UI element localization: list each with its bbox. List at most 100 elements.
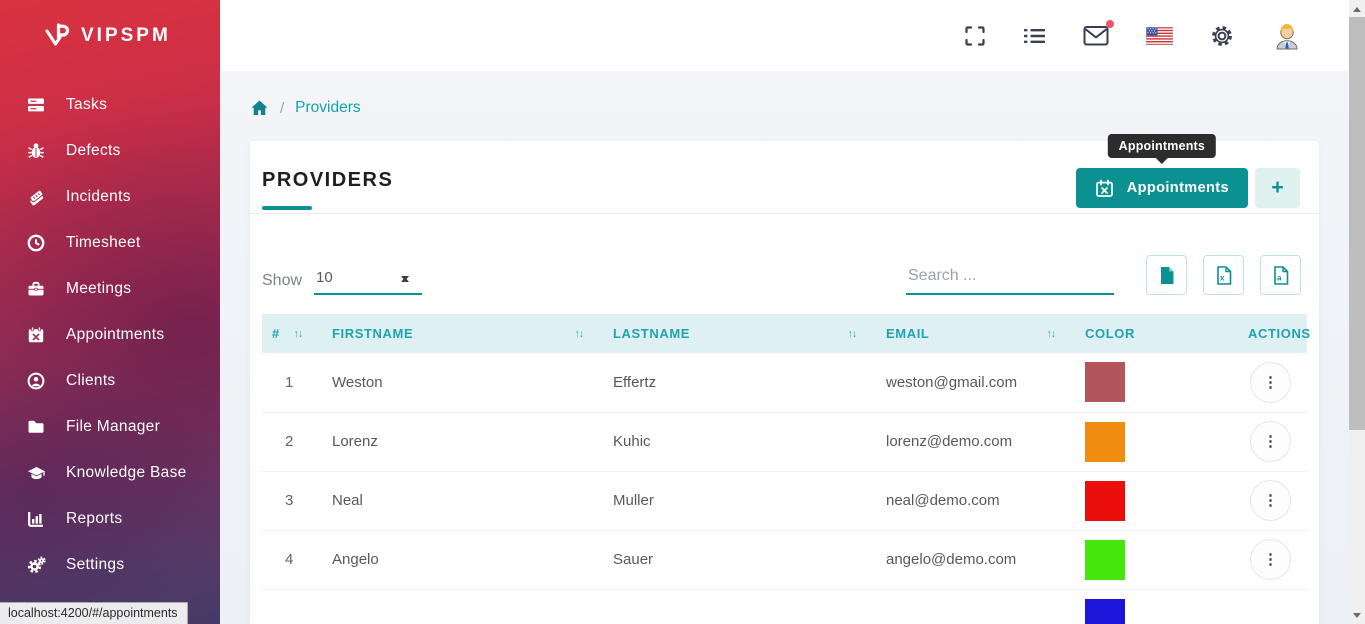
sort-icon: ↑↓ <box>294 328 317 340</box>
column-header-color[interactable]: COLOR <box>1075 314 1238 353</box>
row-firstname: Neal <box>322 471 603 530</box>
row-num: 3 <box>262 471 322 530</box>
row-actions-menu-button[interactable]: ⋮ <box>1250 362 1291 403</box>
sidebar-item-incidents[interactable]: Incidents <box>0 174 220 220</box>
column-header-email[interactable]: EMAIL↑↓ <box>876 314 1075 353</box>
pdf-export-button[interactable]: a <box>1260 255 1301 295</box>
topbar <box>220 0 1349 71</box>
sidebar-item-label: Defects <box>66 142 121 160</box>
sidebar-item-knowledge-base[interactable]: Knowledge Base <box>0 450 220 496</box>
sidebar-item-settings[interactable]: Settings <box>0 542 220 588</box>
sidebar-item-label: Tasks <box>66 96 107 114</box>
clock-icon <box>26 233 46 253</box>
gear-icon[interactable] <box>1210 24 1234 48</box>
column-header-firstname[interactable]: FIRSTNAME↑↓ <box>322 314 603 353</box>
sidebar-item-meetings[interactable]: Meetings <box>0 266 220 312</box>
table-row: 4 Angelo Sauer angelo@demo.com ⋮ <box>262 530 1307 589</box>
row-lastname: Kuhic <box>603 412 876 471</box>
card-header: PROVIDERS Appointments Appointments <box>250 141 1319 214</box>
gears-icon <box>26 555 46 575</box>
color-swatch <box>1085 599 1125 624</box>
sort-icon: ↑↓ <box>1047 328 1070 340</box>
fullscreen-icon[interactable] <box>964 25 986 47</box>
scroll-down-arrow[interactable] <box>1349 608 1365 624</box>
row-firstname: Angelo <box>322 530 603 589</box>
row-firstname <box>322 589 603 624</box>
notification-dot <box>1106 20 1114 28</box>
user-avatar[interactable] <box>1271 20 1303 52</box>
row-actions-menu-button[interactable]: ⋮ <box>1250 421 1291 462</box>
sidebar-item-clients[interactable]: Clients <box>0 358 220 404</box>
sidebar-item-label: Incidents <box>66 188 131 206</box>
calendar-icon <box>1095 179 1114 198</box>
excel-file-icon: x <box>1216 266 1232 285</box>
sidebar-item-label: Reports <box>66 510 122 528</box>
table-row: 2 Lorenz Kuhic lorenz@demo.com ⋮ <box>262 412 1307 471</box>
title-underline <box>262 206 312 210</box>
sidebar: VIPSPM Tasks Defects <box>0 0 220 624</box>
graduation-cap-icon <box>26 463 46 483</box>
row-lastname: Effertz <box>603 353 876 412</box>
appointments-button-label: Appointments <box>1127 180 1229 196</box>
row-num: 1 <box>262 353 322 412</box>
add-provider-button[interactable]: + <box>1255 168 1300 208</box>
column-header-num[interactable]: #↑↓ <box>262 314 322 353</box>
list-icon[interactable] <box>1023 26 1046 46</box>
scroll-up-arrow[interactable] <box>1349 0 1365 16</box>
row-email: weston@gmail.com <box>876 353 1075 412</box>
page-size-select[interactable]: 10 <box>314 269 422 293</box>
sidebar-item-appointments[interactable]: Appointments <box>0 312 220 358</box>
row-email: neal@demo.com <box>876 471 1075 530</box>
us-flag-icon[interactable] <box>1146 27 1173 45</box>
page-size-select-wrap: 10 <box>314 269 422 295</box>
main-area: / Providers PROVIDERS Appointments <box>220 0 1349 624</box>
column-header-actions: ACTIONS <box>1238 314 1307 353</box>
excel-export-button[interactable]: x <box>1203 255 1244 295</box>
briefcase-icon <box>26 279 46 299</box>
sidebar-item-label: Appointments <box>66 326 164 344</box>
calendar-icon <box>26 325 46 345</box>
bug-icon <box>26 141 46 161</box>
row-actions-menu-button[interactable]: ⋮ <box>1250 480 1291 521</box>
breadcrumb: / Providers <box>250 99 1319 117</box>
search-group <box>906 263 1114 295</box>
sidebar-item-label: Meetings <box>66 280 131 298</box>
sidebar-item-file-manager[interactable]: File Manager <box>0 404 220 450</box>
row-lastname: Muller <box>603 471 876 530</box>
row-firstname: Lorenz <box>322 412 603 471</box>
row-lastname <box>603 589 876 624</box>
sidebar-item-label: Settings <box>66 556 124 574</box>
table-row: 3 Neal Muller neal@demo.com ⋮ <box>262 471 1307 530</box>
sidebar-item-reports[interactable]: Reports <box>0 496 220 542</box>
mail-icon[interactable] <box>1083 25 1109 46</box>
sidebar-item-label: Timesheet <box>66 234 141 252</box>
link-status-bar: localhost:4200/#/appointments <box>0 602 188 624</box>
breadcrumb-current[interactable]: Providers <box>295 99 360 117</box>
providers-card: PROVIDERS Appointments Appointments <box>250 141 1319 624</box>
svg-text:a: a <box>1277 273 1282 282</box>
column-header-lastname[interactable]: LASTNAME↑↓ <box>603 314 876 353</box>
row-firstname: Weston <box>322 353 603 412</box>
home-icon[interactable] <box>250 99 269 117</box>
copy-file-button[interactable] <box>1146 255 1187 295</box>
logo-icon <box>44 22 72 50</box>
row-lastname: Sauer <box>603 530 876 589</box>
table-row: 1 Weston Effertz weston@gmail.com ⋮ <box>262 353 1307 412</box>
search-input[interactable] <box>906 263 1114 295</box>
sidebar-item-tasks[interactable]: Tasks <box>0 82 220 128</box>
row-num: 2 <box>262 412 322 471</box>
user-circle-icon <box>26 371 46 391</box>
show-label: Show <box>262 272 302 295</box>
color-swatch <box>1085 362 1125 402</box>
appointments-button[interactable]: Appointments Appointments <box>1076 168 1248 208</box>
color-swatch <box>1085 422 1125 462</box>
sidebar-item-timesheet[interactable]: Timesheet <box>0 220 220 266</box>
app-logo[interactable]: VIPSPM <box>0 0 220 68</box>
page-size-group: Show 10 <box>262 269 422 295</box>
row-actions-menu-button[interactable]: ⋮ <box>1250 539 1291 580</box>
sidebar-item-label: File Manager <box>66 418 160 436</box>
sidebar-item-defects[interactable]: Defects <box>0 128 220 174</box>
sidebar-nav: Tasks Defects <box>0 82 220 588</box>
table-row <box>262 589 1307 624</box>
scrollbar-thumb[interactable] <box>1349 17 1365 430</box>
